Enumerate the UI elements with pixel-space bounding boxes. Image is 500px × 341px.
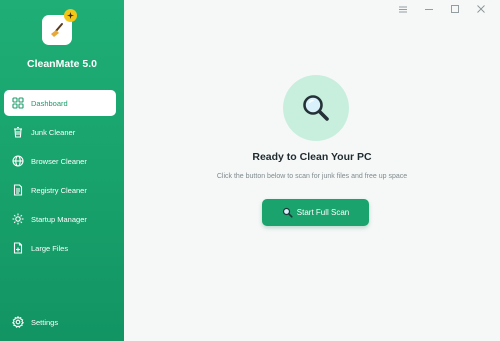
sidebar-item-label: Registry Cleaner: [31, 185, 87, 195]
sidebar-item-settings[interactable]: Settings: [4, 310, 116, 334]
sidebar-nav: Dashboard Junk Cleaner Browser Cleaner R…: [4, 90, 116, 264]
sidebar-item-large-files[interactable]: Large Files: [4, 235, 116, 261]
close-icon: [477, 5, 485, 13]
document-icon: [12, 184, 24, 196]
gear-icon: [12, 316, 24, 328]
sidebar-item-label: Dashboard: [31, 98, 68, 108]
sidebar-item-registry-cleaner[interactable]: Registry Cleaner: [4, 177, 116, 203]
sidebar-item-junk-cleaner[interactable]: Junk Cleaner: [4, 119, 116, 145]
globe-icon: [12, 155, 24, 167]
magnifier-icon: [303, 95, 329, 121]
magnifier-icon: [282, 207, 293, 218]
sidebar-item-label: Junk Cleaner: [31, 127, 76, 137]
trash-icon: [12, 126, 24, 138]
app-window: CleanMate 5.0 Dashboard Junk Cleaner Bro…: [0, 0, 500, 341]
page-subtitle: Click the button below to scan for junk …: [216, 173, 408, 180]
broom-icon: [51, 23, 63, 37]
maximize-button[interactable]: [442, 3, 468, 15]
menu-icon: [399, 6, 407, 12]
grid-icon: [12, 97, 24, 109]
sidebar: CleanMate 5.0 Dashboard Junk Cleaner Bro…: [0, 0, 124, 341]
sidebar-item-dashboard[interactable]: Dashboard: [4, 90, 116, 116]
sparkle-badge-icon: [64, 9, 77, 22]
window-controls: [390, 3, 494, 15]
minimize-icon: [425, 8, 433, 10]
sun-icon: [12, 213, 24, 225]
hero-illustration: [283, 75, 349, 141]
settings-label: Settings: [31, 317, 59, 327]
page-title: Ready to Clean Your PC: [252, 151, 372, 163]
menu-button[interactable]: [390, 3, 416, 15]
app-name: CleanMate 5.0: [26, 58, 98, 70]
minimize-button[interactable]: [416, 3, 442, 15]
sidebar-item-browser-cleaner[interactable]: Browser Cleaner: [4, 148, 116, 174]
sidebar-item-label: Startup Manager: [31, 214, 87, 224]
file-icon: [12, 242, 24, 254]
start-full-scan-label: Start Full Scan: [296, 208, 350, 217]
sidebar-item-label: Browser Cleaner: [31, 156, 87, 166]
maximize-icon: [451, 5, 459, 13]
start-full-scan-button[interactable]: Start Full Scan: [262, 199, 369, 226]
sidebar-item-label: Large Files: [31, 243, 69, 253]
close-button[interactable]: [468, 3, 494, 15]
sidebar-item-startup-manager[interactable]: Startup Manager: [4, 206, 116, 232]
main-content: Ready to Clean Your PC Click the button …: [124, 0, 500, 341]
